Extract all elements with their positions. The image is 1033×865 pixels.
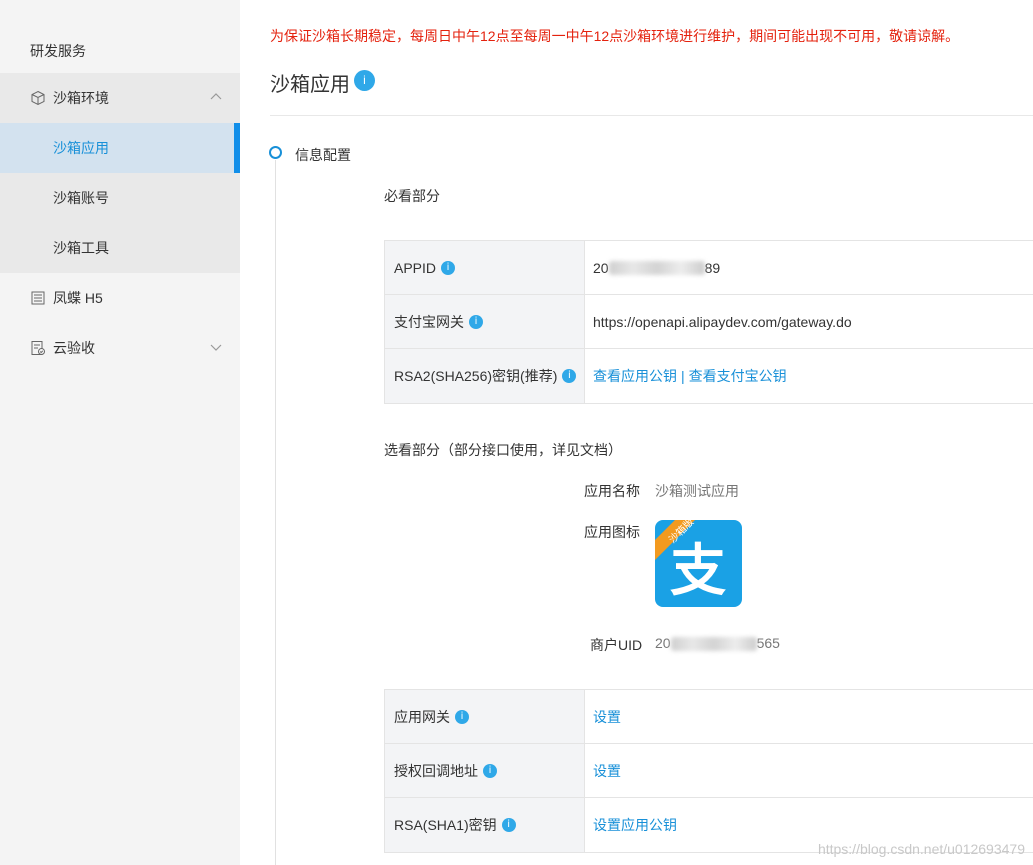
cube-icon — [31, 90, 45, 106]
info-icon[interactable]: i — [501, 818, 516, 832]
gateway-value: https://openapi.alipaydev.com/gateway.do — [593, 313, 852, 330]
redacted-blur — [670, 637, 757, 652]
table-row: RSA2(SHA256)密钥(推荐) i 查看应用公钥 | 查看支付宝公钥 — [385, 349, 1033, 403]
table-value-cell: 查看应用公钥 | 查看支付宝公钥 — [585, 349, 1033, 403]
sidebar-item-sandbox-tools[interactable]: 沙箱工具 — [0, 223, 240, 273]
timeline-line — [275, 160, 276, 865]
info-icon[interactable]: i — [562, 369, 577, 383]
app-icon-glyph: 支 — [670, 539, 726, 604]
sidebar-item-label: 凤蝶 H5 — [53, 290, 103, 306]
optional-section-title: 选看部分（部分接口使用，详见文档） — [384, 442, 622, 458]
link-separator: | — [681, 368, 685, 384]
table-key-cell: 应用网关 i — [385, 690, 585, 743]
document-list-icon — [31, 291, 45, 305]
sidebar: 研发服务 沙箱环境 沙箱应用 沙箱账号 沙箱工具 凤蝶 H5 云验收 — [0, 0, 240, 865]
app-name-value: 沙箱测试应用 — [655, 483, 739, 499]
page-title: 沙箱应用 — [270, 74, 350, 96]
table-row: APPID i 20 89 — [385, 241, 1033, 295]
info-icon[interactable]: i — [455, 709, 469, 724]
app-gateway-label: 应用网关 — [394, 708, 450, 725]
alipay-sandbox-app-icon: 沙箱版 支 — [655, 515, 742, 607]
merchant-uid-prefix: 20 — [655, 635, 671, 651]
table-key-cell: 支付宝网关 i — [385, 295, 585, 348]
table-value-cell: https://openapi.alipaydev.com/gateway.do — [585, 295, 1033, 348]
app-icon-label: 应用图标 — [584, 524, 640, 540]
sidebar-item-cloud-acceptance[interactable]: 云验收 — [0, 323, 240, 373]
auth-callback-setup-link[interactable]: 设置 — [593, 761, 621, 781]
sidebar-section-title: 研发服务 — [30, 43, 86, 59]
table-key-cell: 授权回调地址 i — [385, 744, 585, 797]
app-gateway-setup-link[interactable]: 设置 — [593, 707, 621, 727]
table-row: 应用网关 i 设置 — [385, 690, 1033, 744]
appid-value-prefix: 20 — [593, 259, 609, 276]
sidebar-item-label: 沙箱环境 — [53, 90, 109, 106]
table-value-cell: 设置 — [585, 690, 1033, 743]
checklist-icon — [31, 341, 45, 355]
appid-value-suffix: 89 — [704, 259, 721, 276]
table-value-cell: 20 89 — [585, 241, 1033, 294]
table-key-cell: APPID i — [385, 241, 585, 294]
table-row: 授权回调地址 i 设置 — [385, 744, 1033, 798]
rsa1-key-label: RSA(SHA1)密钥 — [394, 817, 497, 833]
sidebar-item-sandbox-account[interactable]: 沙箱账号 — [0, 173, 240, 223]
sidebar-item-sandbox[interactable]: 沙箱环境 — [0, 73, 240, 123]
set-app-public-key-link[interactable]: 设置应用公钥 — [593, 815, 677, 835]
sidebar-item-h5[interactable]: 凤蝶 H5 — [0, 273, 240, 323]
merchant-uid-label: 商户UID — [590, 637, 643, 653]
app-name-label: 应用名称 — [584, 483, 640, 499]
view-app-public-key-link[interactable]: 查看应用公钥 — [593, 366, 677, 386]
merchant-uid-suffix: 565 — [756, 635, 780, 651]
appid-label: APPID — [394, 259, 437, 276]
table-key-cell: RSA2(SHA256)密钥(推荐) i — [385, 349, 585, 403]
sidebar-item-label: 沙箱工具 — [53, 240, 109, 256]
watermark: https://blog.csdn.net/u012693479 — [817, 841, 1025, 857]
maintenance-notice: 为保证沙箱长期稳定，每周日中午12点至每周一中午12点沙箱环境进行维护，期间可能… — [270, 28, 960, 44]
sidebar-item-sandbox-app[interactable]: 沙箱应用 — [0, 123, 240, 173]
sidebar-item-label: 云验收 — [53, 340, 95, 356]
table-value-cell: 设置 — [585, 744, 1033, 797]
sidebar-group-sandbox: 沙箱环境 沙箱应用 沙箱账号 沙箱工具 — [0, 73, 240, 273]
table-key-cell: RSA(SHA1)密钥 i — [385, 798, 585, 852]
info-icon[interactable]: i — [483, 763, 497, 778]
step-label: 信息配置 — [295, 147, 351, 163]
optional-table: 应用网关 i 设置 授权回调地址 i 设置 RSA(SHA1)密钥 i 设置应用… — [384, 689, 1033, 853]
sidebar-item-label: 沙箱账号 — [53, 190, 109, 206]
rsa2-key-label: RSA2(SHA256)密钥(推荐) — [394, 368, 558, 384]
auth-callback-label: 授权回调地址 — [394, 762, 478, 779]
sidebar-item-label: 沙箱应用 — [53, 140, 109, 156]
timeline-dot — [269, 146, 282, 159]
info-icon[interactable]: i — [354, 70, 375, 91]
info-icon[interactable]: i — [469, 314, 483, 329]
required-table: APPID i 20 89 支付宝网关 i https://openapi.al… — [384, 240, 1033, 404]
gateway-label: 支付宝网关 — [394, 313, 464, 330]
view-alipay-public-key-link[interactable]: 查看支付宝公钥 — [689, 366, 787, 386]
table-row: 支付宝网关 i https://openapi.alipaydev.com/ga… — [385, 295, 1033, 349]
chevron-up-icon — [210, 93, 222, 100]
divider — [270, 115, 1033, 116]
redacted-blur — [608, 260, 705, 275]
merchant-uid-value: 20 565 — [655, 635, 780, 652]
required-section-title: 必看部分 — [384, 188, 440, 204]
info-icon[interactable]: i — [441, 260, 456, 275]
chevron-down-icon — [210, 344, 222, 351]
